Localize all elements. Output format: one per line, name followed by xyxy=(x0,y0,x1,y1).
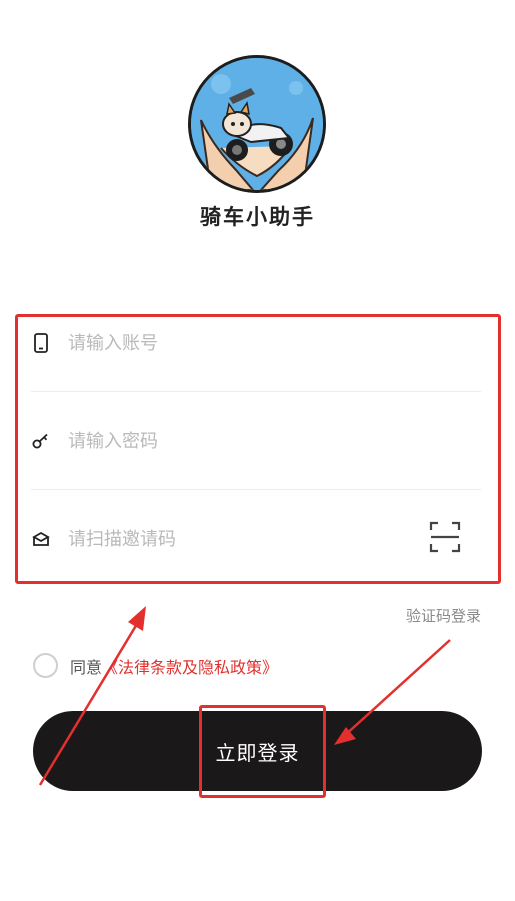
agreement-row: 同意 《法律条款及隐私政策》 xyxy=(33,653,278,678)
password-field xyxy=(31,392,481,490)
envelope-icon xyxy=(31,529,51,549)
login-button-label: 立即登录 xyxy=(215,742,300,765)
agreement-checkbox[interactable] xyxy=(33,653,58,678)
account-field xyxy=(31,294,481,392)
app-logo xyxy=(188,55,326,193)
policy-link[interactable]: 《法律条款及隐私政策》 xyxy=(102,654,278,678)
app-name: 骑车小助手 xyxy=(200,205,315,229)
phone-icon xyxy=(31,333,51,353)
sms-login-link[interactable]: 验证码登录 xyxy=(406,605,481,626)
password-input[interactable] xyxy=(68,430,388,452)
login-page: 骑车小助手 请输入账号 请扫描邀请码 验证码登录 同意 《法律条款及隐私政策》 … xyxy=(0,0,515,901)
invite-field xyxy=(31,490,481,588)
login-button[interactable]: 立即登录 xyxy=(33,711,482,791)
invite-input[interactable] xyxy=(68,528,388,550)
scan-icon[interactable] xyxy=(429,521,461,553)
agreement-prefix: 同意 xyxy=(70,657,103,677)
key-icon xyxy=(31,431,51,451)
account-input[interactable] xyxy=(68,332,388,354)
